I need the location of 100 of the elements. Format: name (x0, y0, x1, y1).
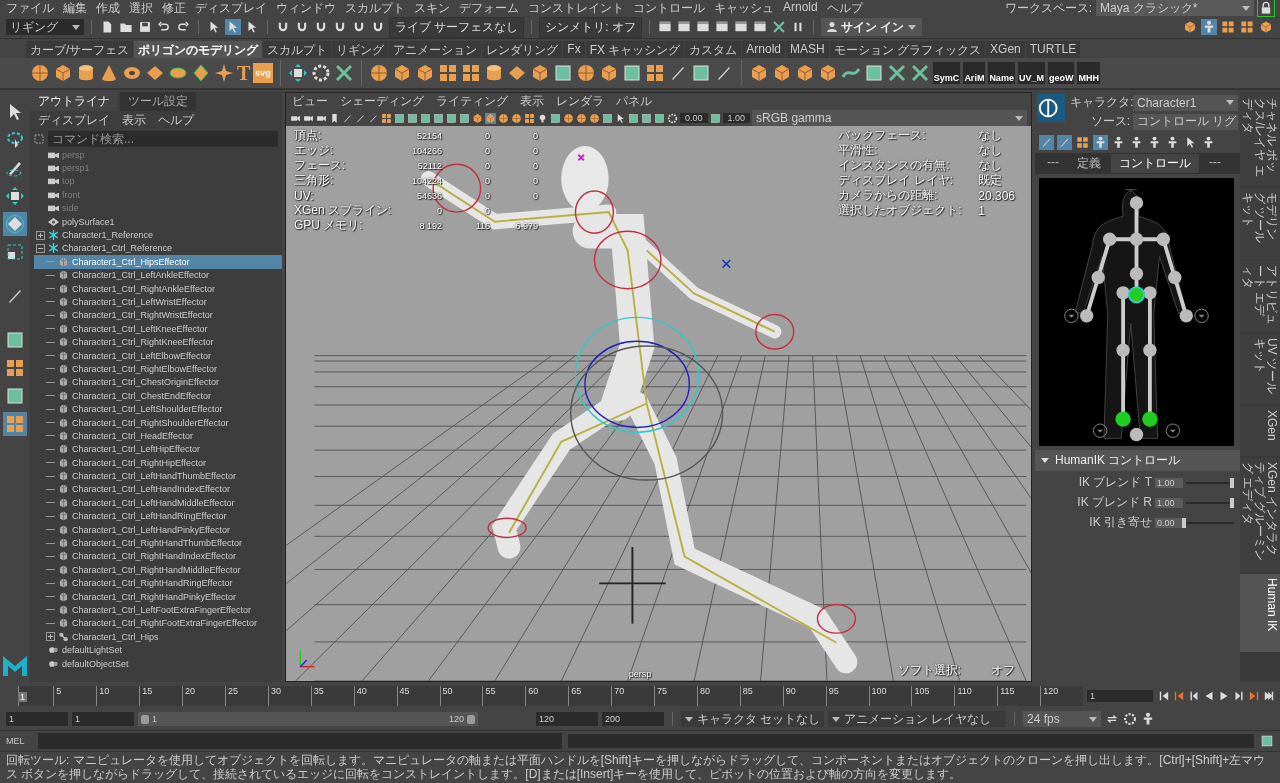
menu-item[interactable]: ウィンドウ (276, 0, 336, 17)
side-tab[interactable]: UV ツールキット (1240, 334, 1280, 404)
outliner-item[interactable]: Character1_Ctrl_RightWristEffector (34, 308, 282, 323)
shelf-tab[interactable]: アニメーション (389, 41, 482, 58)
person-icon[interactable] (1141, 712, 1155, 726)
end-frame-field[interactable]: 200 (602, 712, 664, 726)
playback-end-field[interactable]: 120 (536, 712, 598, 726)
current-frame-marker[interactable]: 1 (18, 692, 27, 702)
sphere-icon[interactable] (576, 112, 587, 124)
character-dropdown[interactable]: Character1 (1133, 94, 1238, 111)
time-slider[interactable]: 5 10 15 20 25 30 35 40 45 50 55 60 65 70 75 80 85 90 95 100 105 110 115 120 1 (18, 686, 1083, 706)
square-icon[interactable] (602, 112, 613, 124)
shelf-tab[interactable]: ポリゴンのモデリング (134, 41, 263, 58)
menu-item[interactable]: Arnold (783, 0, 818, 17)
cross-icon[interactable] (909, 63, 930, 83)
panel-tab[interactable]: コントロール (1111, 154, 1199, 173)
expand-toggle[interactable] (36, 230, 45, 240)
outliner-item[interactable]: Character1_Ctrl_RightHandThumbEffector (34, 536, 282, 550)
outliner-item[interactable]: Character1_Ctrl_LeftHipEffector (34, 442, 282, 456)
square-icon[interactable] (394, 112, 405, 124)
range-handle[interactable] (467, 714, 475, 724)
outliner-item[interactable]: Character1_Ctrl_Hips (34, 630, 282, 644)
menu-item[interactable]: 表示 (520, 93, 544, 110)
shelf-tab[interactable]: Arnold (742, 41, 786, 58)
shelf-tab[interactable]: レンダリング (482, 41, 563, 58)
menu-item[interactable]: ヘルプ (826, 0, 863, 17)
section-header[interactable]: HumanIK コントロール (1035, 450, 1240, 471)
live-surface-field[interactable]: ライブ サーフェスなし (389, 16, 525, 38)
outliner-item[interactable]: defaultObjectSet (34, 656, 282, 671)
shelf-tab[interactable]: モーション グラフィックス (829, 41, 986, 58)
menu-item[interactable]: シェーディング (340, 93, 424, 110)
outliner-item[interactable]: Character1_Ctrl_RightHandIndexEffector (34, 549, 282, 564)
menu-item[interactable]: ディスプレイ (38, 112, 110, 129)
outliner-item[interactable]: Character1_Ctrl_RightHandRingEffector (34, 576, 282, 590)
menu-item[interactable]: 表示 (122, 112, 146, 129)
menu-item[interactable]: パネル (616, 93, 652, 110)
panel-tab[interactable]: --- (1039, 154, 1067, 173)
outliner-item[interactable]: Character1_Ctrl_RightHipEffector (34, 456, 282, 470)
outliner-item[interactable]: Character1_Reference (34, 228, 282, 242)
bulb-icon[interactable] (537, 112, 548, 124)
outliner-item[interactable]: Character1_Ctrl_Reference (34, 241, 282, 256)
square-icon[interactable] (641, 112, 652, 124)
side-tab[interactable]: アトリビュート エディタ (1240, 261, 1280, 332)
color-space-dropdown[interactable]: sRGB gamma (752, 110, 1027, 126)
prevkey-icon[interactable] (1172, 689, 1186, 703)
shelf-tool-button[interactable]: AriM (963, 62, 986, 84)
skeleton-figure-drawing[interactable] (1074, 189, 1193, 442)
slider-thumb[interactable] (1230, 497, 1234, 508)
range-slider[interactable]: 1 120 (138, 712, 478, 726)
start-frame-field[interactable]: 1 (6, 712, 68, 726)
sphere-icon[interactable] (498, 112, 509, 124)
grid-icon[interactable] (644, 63, 665, 83)
range-handle[interactable] (141, 714, 149, 724)
text-tool-button[interactable]: T (237, 61, 251, 85)
side-tab[interactable]: Human IK (1240, 574, 1280, 652)
gem-icon[interactable] (191, 63, 211, 83)
outliner-item[interactable]: Character1_Ctrl_ChestOriginEffector (34, 375, 282, 390)
shelf-tab[interactable]: リギング (332, 41, 389, 58)
menu-item[interactable]: デフォーム (459, 0, 519, 17)
cube-icon[interactable] (472, 112, 483, 124)
square-icon[interactable] (1260, 734, 1274, 748)
panel-tab[interactable]: --- (1201, 154, 1229, 173)
command-field[interactable] (38, 733, 562, 749)
outliner-item[interactable]: Character1_Ctrl_RightElbowEffector (34, 362, 282, 376)
move-icon[interactable] (287, 63, 308, 83)
shelf-tab[interactable]: スカルプト (263, 41, 332, 58)
cross-icon[interactable] (771, 19, 787, 35)
side-tab[interactable]: モデリング ツールキット (1240, 188, 1280, 259)
character-set-dropdown[interactable]: キャラクタ セットなし (681, 711, 824, 727)
grid-icon[interactable] (1075, 135, 1090, 150)
sphere-icon[interactable] (368, 63, 389, 83)
gamma-field[interactable]: 1.00 (722, 113, 751, 123)
sphere-icon[interactable] (563, 112, 574, 124)
fps-dropdown[interactable]: 24 fps (1023, 711, 1101, 727)
outliner-item[interactable]: Character1_Ctrl_LeftElbowEffector (34, 348, 282, 363)
grid-icon[interactable] (1220, 19, 1236, 35)
shelf-tab[interactable]: Fx (563, 41, 585, 58)
outliner-item[interactable]: Character1_Ctrl_ChestEndEffector (34, 389, 282, 403)
outliner-item[interactable]: Character1_Ctrl_RightHandMiddleEffector (34, 563, 282, 577)
menu-item[interactable]: キャッシュ (714, 0, 774, 17)
source-dropdown[interactable]: コントロール リグ (1133, 113, 1238, 130)
outliner-item[interactable]: Character1_Ctrl_HipsEffector (34, 255, 282, 269)
outliner-item[interactable]: Character1_Ctrl_LeftKneeEffector (34, 322, 282, 336)
cross-icon[interactable] (333, 63, 354, 83)
menu-item[interactable]: ディスプレイ (195, 0, 267, 17)
shelf-tool-button[interactable]: SymC (932, 62, 961, 84)
cube-icon[interactable] (485, 112, 496, 124)
outliner-item[interactable]: Character1_Ctrl_LeftHandPinkyEffector (34, 522, 282, 537)
menu-item[interactable]: ヘルプ (158, 112, 194, 129)
sign-in-button[interactable]: サイン イン (821, 18, 923, 36)
last-icon[interactable] (1262, 689, 1276, 703)
square-icon[interactable] (654, 112, 665, 124)
star-icon[interactable] (214, 63, 234, 83)
panel-tab[interactable]: アウトライナ (30, 92, 118, 111)
outliner-item[interactable]: Character1_Ctrl_RightAnkleEffector (34, 281, 282, 296)
grid-icon[interactable] (1239, 19, 1255, 35)
square-icon[interactable] (420, 112, 431, 124)
shelf-tool-button[interactable]: geoW (1047, 62, 1075, 84)
outliner-item[interactable]: Character1_Ctrl_LeftHandThumbEffector (34, 469, 282, 483)
bookmark-icon[interactable] (329, 112, 340, 124)
